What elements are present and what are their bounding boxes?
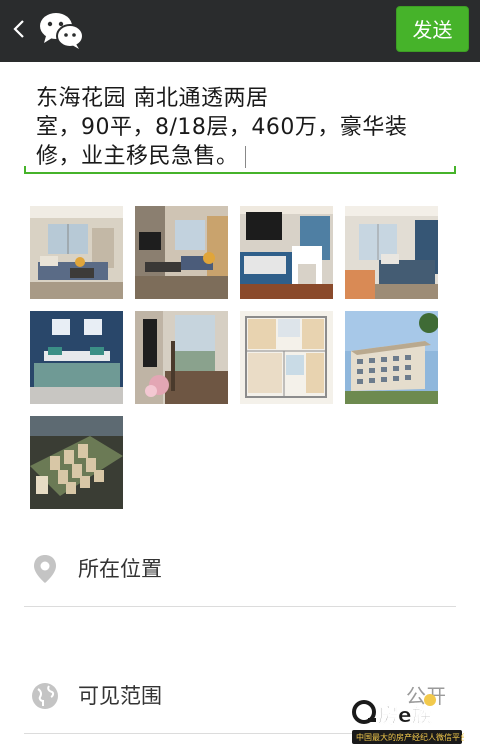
send-button[interactable]: 发送 (396, 6, 469, 52)
wechat-icon (38, 10, 86, 50)
photo-thumb-8[interactable] (345, 311, 438, 404)
location-pin-icon (30, 553, 60, 585)
location-row[interactable]: 所在位置 (24, 531, 456, 607)
photo-thumb-2[interactable] (135, 206, 228, 299)
photo-thumb-4[interactable] (345, 206, 438, 299)
post-text-content: 东海花园 南北通透两居 室，90平，8/18层，460万，豪华装 修，业主移民急… (36, 86, 408, 169)
photo-thumb-3[interactable] (240, 206, 333, 299)
svg-text:房e族: 房e族 (378, 703, 433, 727)
chevron-left-icon[interactable] (10, 18, 30, 40)
photo-thumb-1[interactable] (30, 206, 123, 299)
underline-tick-left (24, 166, 26, 174)
globe-icon (30, 680, 60, 712)
visibility-label: 可见范围 (78, 684, 162, 708)
photo-thumb-7[interactable] (240, 311, 333, 404)
post-text-input[interactable]: 东海花园 南北通透两居 室，90平，8/18层，460万，豪华装 修，业主移民急… (36, 84, 446, 171)
svg-text:中国最大的房产经纪人微信平台: 中国最大的房产经纪人微信平台 (356, 732, 464, 742)
underline-tick-right (454, 166, 456, 174)
top-bar: 发送 (0, 0, 480, 62)
divider (24, 606, 456, 607)
photo-thumb-5[interactable] (30, 311, 123, 404)
location-label: 所在位置 (78, 557, 162, 581)
photo-thumb-9[interactable] (30, 416, 123, 509)
fangezu-watermark-logo: 房e族 中国最大的房产经纪人微信平台 (348, 690, 468, 746)
text-caret (244, 146, 246, 168)
text-input-underline (24, 172, 456, 174)
photo-thumb-6[interactable] (135, 311, 228, 404)
